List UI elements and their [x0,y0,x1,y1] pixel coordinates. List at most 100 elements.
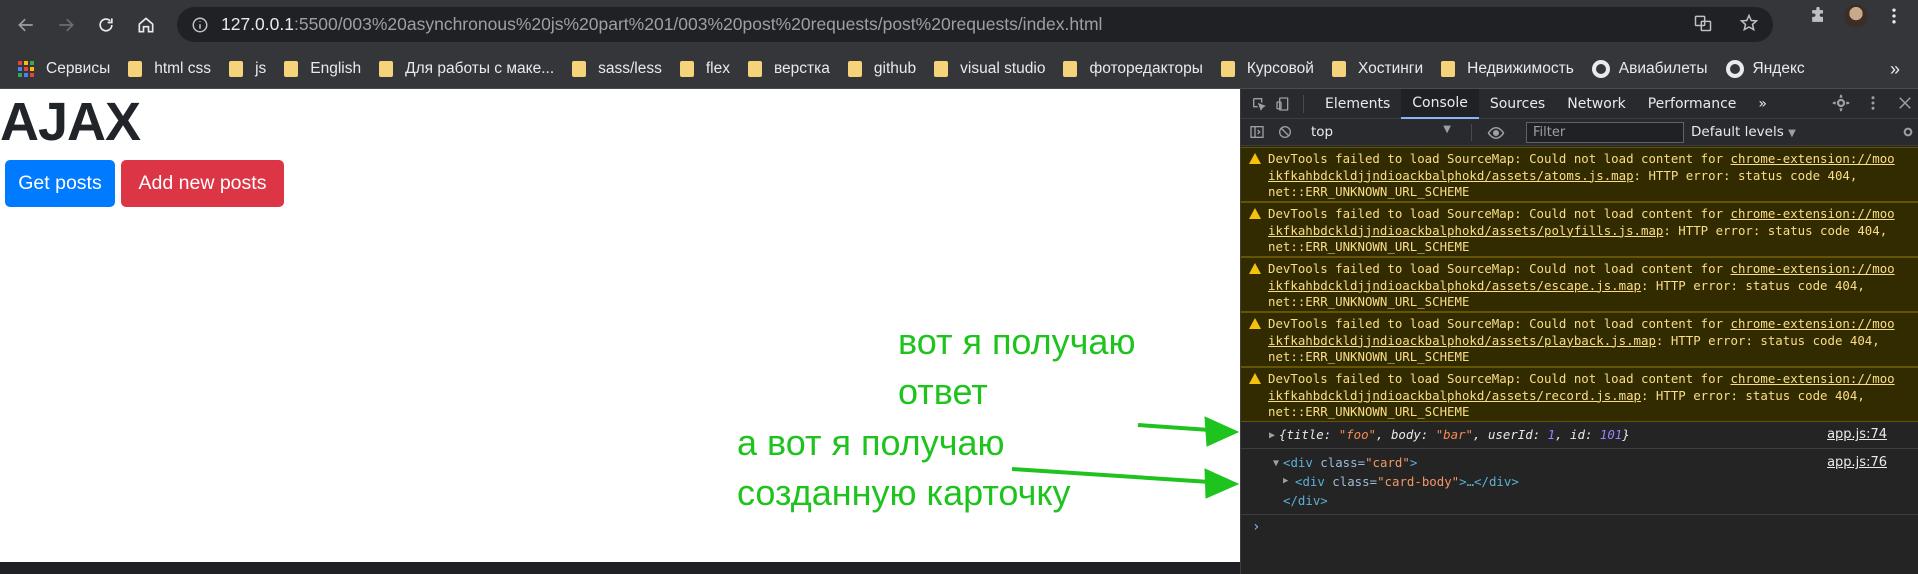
console-log-object[interactable]: ▶ {title: "foo", body: "bar", userId: 1,… [1241,422,1918,449]
bookmarks-overflow-button[interactable]: » [1890,59,1900,80]
url-text[interactable]: 127.0.0.1:5500/003%20asynchronous%20js%2… [221,14,1102,35]
element-line: <div class="card"> [1283,453,1918,472]
source-link[interactable]: chrome-extension://moo [1731,316,1895,331]
bookmark-js[interactable]: js [229,60,266,78]
bookmark-label: js [255,59,267,77]
warning-icon [1249,208,1261,219]
log-levels-dropdown[interactable]: Default levels ▼ [1691,124,1796,140]
bookmark-label: flex [705,59,730,77]
star-icon[interactable] [1739,13,1759,33]
inspect-element-icon[interactable] [1249,94,1269,114]
tab-elements[interactable]: Elements [1314,89,1401,119]
folder-icon [128,60,143,77]
tab-performance[interactable]: Performance [1637,89,1748,119]
bookmark-label: Авиабилеты [1618,59,1708,77]
source-link[interactable]: chrome-extension://moo [1731,371,1895,386]
bookmark-sass-less[interactable]: sass/less [572,60,662,78]
warning-text: DevTools failed to load SourceMap: Could… [1268,371,1731,386]
warning-text: DevTools failed to load SourceMap: Could… [1268,316,1731,331]
folder-icon [229,60,244,77]
forward-button[interactable] [46,5,86,45]
console-settings-icon[interactable] [1900,124,1916,140]
info-icon[interactable] [191,16,209,34]
home-button[interactable] [126,5,166,45]
bookmark-yandex[interactable]: Яндекс [1725,59,1805,78]
more-tabs-button[interactable]: » [1747,89,1778,119]
collapse-triangle-icon[interactable]: ▼ [1273,454,1279,473]
url-path: :5500/003%20asynchronous%20js%20part%201… [293,14,1103,34]
source-link[interactable]: ikfkahbdckldjjndioackbalphokd/assets/esc… [1268,278,1641,293]
bookmarks-bar: Сервисы html css js English Для работы с… [0,49,1918,89]
console-output: DevTools failed to load SourceMap: Could… [1241,147,1918,535]
source-link[interactable]: ikfkahbdckldjjndioackbalphokd/assets/pol… [1268,223,1663,238]
warning-text: : HTTP error: status code 404, [1641,277,1865,293]
attr-value: "card" [1365,455,1410,470]
expand-triangle-icon[interactable]: ▶ [1269,427,1275,445]
source-link[interactable]: chrome-extension://moo [1731,261,1895,276]
bookmark-photo-editors[interactable]: фоторедакторы [1063,60,1203,78]
close-icon[interactable] [1896,94,1914,112]
bookmark-html-css[interactable]: html css [128,60,211,78]
extensions-icon[interactable] [1808,6,1828,26]
tab-network[interactable]: Network [1556,89,1636,119]
annotation-line: ответ [898,371,988,412]
source-link[interactable]: ikfkahbdckldjjndioackbalphokd/assets/pla… [1268,333,1656,348]
source-link[interactable]: ikfkahbdckldjjndioackbalphokd/assets/rec… [1268,388,1641,403]
source-link-app-js-74[interactable]: app.js:74 [1827,426,1887,444]
reload-button[interactable] [86,5,126,45]
console-filter-input[interactable]: Filter [1526,122,1684,143]
bookmark-label: github [873,59,917,77]
get-posts-button[interactable]: Get posts [5,160,115,207]
warning-text: : HTTP error: status code 404, [1633,167,1858,183]
source-link[interactable]: chrome-extension://moo [1731,151,1895,166]
folder-icon [284,60,299,77]
back-button[interactable] [6,5,46,45]
add-new-posts-button[interactable]: Add new posts [121,160,284,207]
element-line[interactable]: ▶ <div class="card-body">…</div> [1283,472,1918,491]
globe-icon [1725,59,1744,78]
annotation-line: вот я получаю [898,321,1136,362]
bookmark-layouts[interactable]: Для работы с маке... [379,60,554,78]
bookmark-real-estate[interactable]: Недвижимость [1441,60,1574,78]
menu-dots-icon[interactable] [1884,6,1904,26]
sidebar-toggle-icon[interactable] [1249,124,1265,140]
bookmark-hosting[interactable]: Хостинги [1331,60,1423,78]
tab-console[interactable]: Console [1401,88,1479,119]
bookmark-markup[interactable]: верстка [748,60,830,78]
bookmark-flex[interactable]: flex [679,59,730,78]
console-log-element[interactable]: ▼ <div class="card"> ▶ <div class="card-b… [1241,449,1918,515]
bookmark-github[interactable]: github [847,59,917,78]
bookmark-label: Сервисы [46,59,111,77]
apps-icon [18,60,34,77]
warning-text: DevTools failed to load SourceMap: Could… [1268,261,1731,276]
source-link[interactable]: ikfkahbdckldjjndioackbalphokd/assets/ato… [1268,168,1634,183]
warning-text: : HTTP error: status code 404, [1655,332,1880,348]
translate-icon[interactable] [1693,13,1713,33]
settings-gear-icon[interactable] [1832,94,1850,112]
bookmark-services[interactable]: Сервисы [18,60,110,78]
folder-icon [1441,60,1456,77]
context-selector[interactable]: top ▼ [1311,124,1451,140]
bookmark-english[interactable]: English [284,60,361,78]
kebab-menu-icon[interactable] [1864,94,1882,112]
warning-text: net::ERR_UNKNOWN_URL_SCHEME [1268,404,1470,419]
divider [1471,124,1472,141]
folder-icon [1331,60,1346,77]
folder-icon [847,60,862,77]
object-value: "bar" [1435,427,1474,442]
address-bar[interactable]: 127.0.0.1:5500/003%20asynchronous%20js%2… [177,7,1773,42]
console-prompt[interactable]: › [1241,519,1918,535]
profile-avatar[interactable] [1844,4,1868,28]
clear-console-icon[interactable] [1277,124,1293,140]
eye-icon[interactable] [1487,124,1505,142]
bookmark-flights[interactable]: Авиабилеты [1591,59,1708,78]
bookmark-visual-studio[interactable]: visual studio [934,60,1045,78]
annotation-response: вот я получаю ответ [898,317,1135,417]
expand-triangle-icon[interactable]: ▶ [1283,472,1288,491]
bookmark-coursework[interactable]: Курсовой [1220,60,1314,78]
source-link[interactable]: chrome-extension://moo [1731,206,1895,221]
source-link-app-js-76[interactable]: app.js:76 [1827,453,1887,472]
tab-sources[interactable]: Sources [1479,89,1556,119]
bookmark-label: Яндекс [1752,59,1805,77]
device-toolbar-icon[interactable] [1273,94,1293,114]
